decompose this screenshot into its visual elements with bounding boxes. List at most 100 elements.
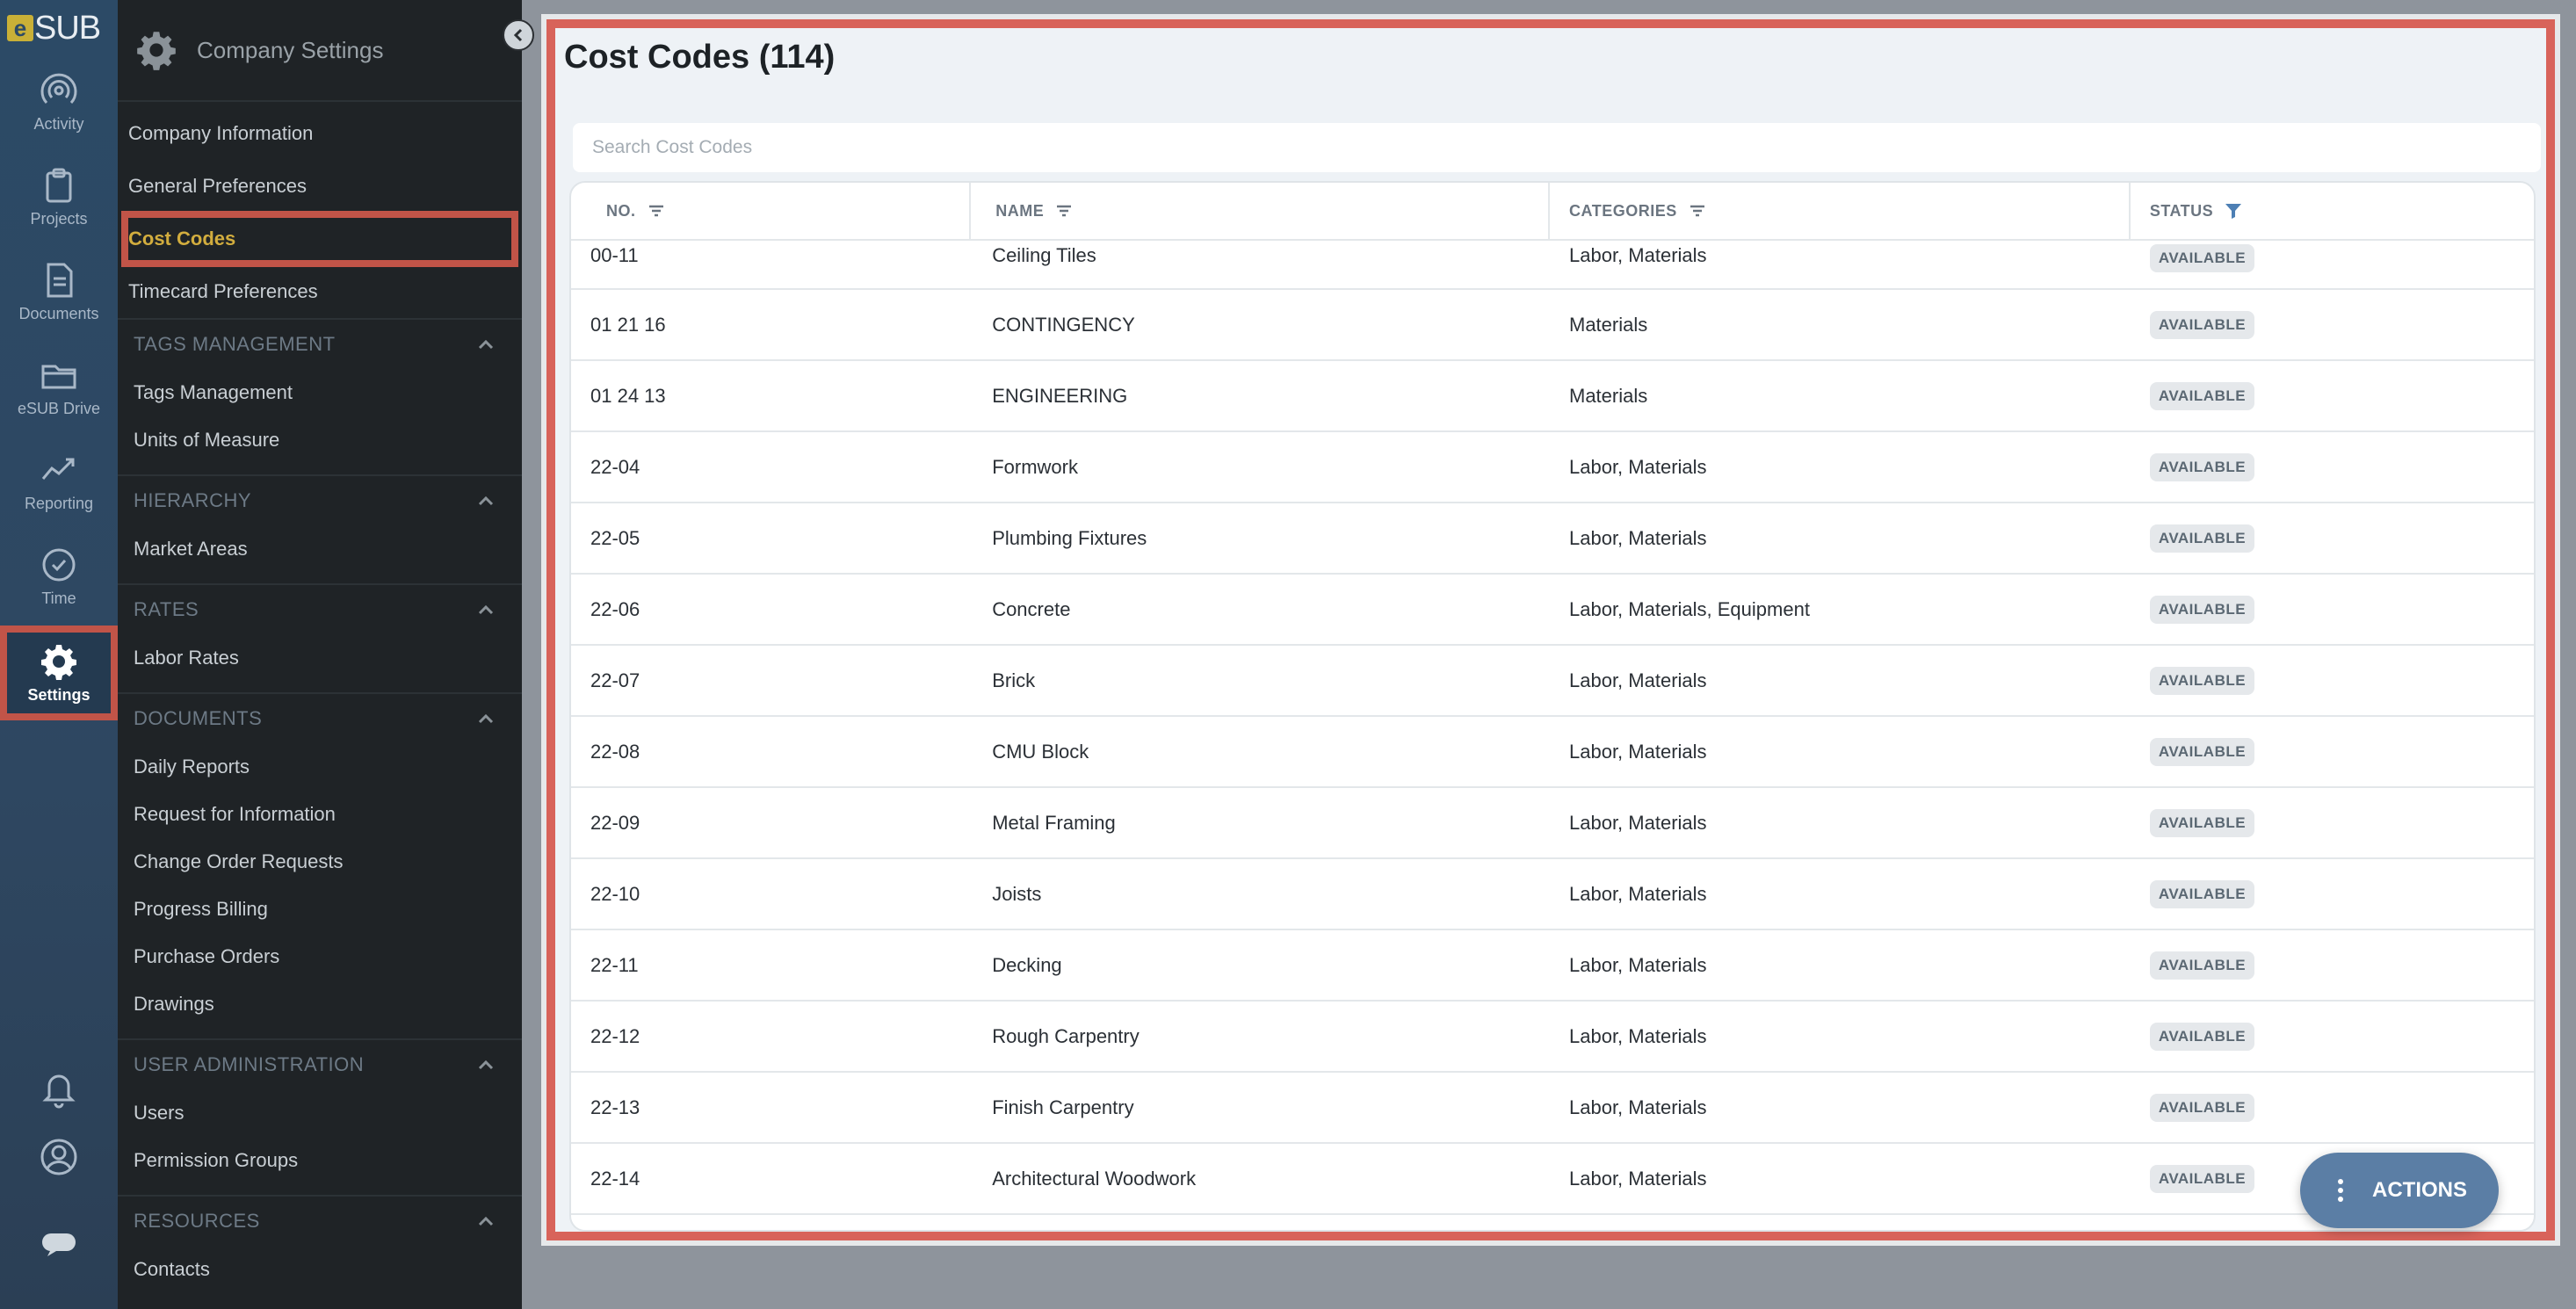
collapse-sidebar-button[interactable] [503,19,534,51]
filter-lines-icon[interactable] [647,201,666,221]
cell-name: Finish Carpentry [992,1096,1134,1118]
table-row[interactable]: 22-12 Rough Carpentry Labor, Materials A… [571,1002,2534,1073]
sidebar-item-permission-groups[interactable]: Permission Groups [118,1137,522,1184]
table-row[interactable]: 22-05 Plumbing Fixtures Labor, Materials… [571,503,2534,575]
rail-item-esub-drive[interactable]: eSUB Drive [0,343,118,430]
sidebar-item-users[interactable]: Users [118,1089,522,1137]
table-row[interactable]: 22-04 Formwork Labor, Materials AVAILABL… [571,432,2534,503]
table-header: NO. NAME CATEGORIES STATUS [571,183,2534,241]
sidebar-item-request-for-information[interactable]: Request for Information [118,791,522,838]
sidebar-item-drawings[interactable]: Drawings [118,980,522,1028]
cell-categories: Labor, Materials, Equipment [1569,597,1810,620]
status-badge: AVAILABLE [2149,951,2255,980]
section-user-administration[interactable]: USER ADMINISTRATION [118,1038,522,1089]
gear-icon [137,32,176,70]
sidebar-item-daily-reports[interactable]: Daily Reports [118,743,522,791]
sidebar-item-contacts[interactable]: Contacts [118,1246,522,1293]
table-row[interactable]: 22-13 Finish Carpentry Labor, Materials … [571,1073,2534,1144]
table-row[interactable]: 22-10 Joists Labor, Materials AVAILABLE [571,859,2534,930]
section-hierarchy[interactable]: HIERARCHY [118,474,522,525]
table-row[interactable]: 00-11 Ceiling Tiles Labor, Materials AVA… [571,241,2534,290]
column-header-categories[interactable]: CATEGORIES [1550,183,2131,239]
table-row[interactable]: 01 21 16 CONTINGENCY Materials AVAILABLE [571,290,2534,361]
cell-no: 22-06 [590,597,640,620]
bell-icon [42,1074,76,1109]
filter-lines-icon[interactable] [1688,201,1707,221]
notifications-button[interactable] [0,1058,118,1119]
section-resources[interactable]: RESOURCES [118,1195,522,1246]
gear-icon [41,644,76,680]
status-badge: AVAILABLE [2149,244,2255,272]
section-rates[interactable]: RATES [118,583,522,634]
cell-status: AVAILABLE [2131,1093,2534,1122]
table-row[interactable]: 22-09 Metal Framing Labor, Materials AVA… [571,788,2534,859]
cell-categories: Labor, Materials [1569,526,1707,549]
cell-name: Formwork [992,455,1078,478]
table-row[interactable]: 01 24 13 ENGINEERING Materials AVAILABLE [571,361,2534,432]
rail-item-activity[interactable]: Activity [0,58,118,146]
rail-item-reporting[interactable]: Reporting [0,438,118,525]
profile-button[interactable] [0,1126,118,1188]
cell-name: Ceiling Tiles [992,244,1096,266]
table-row[interactable]: 22-06 Concrete Labor, Materials, Equipme… [571,575,2534,646]
sidebar-item-tags-management[interactable]: Tags Management [118,369,522,416]
cell-no: 22-10 [590,882,640,905]
status-badge: AVAILABLE [2149,1093,2255,1122]
sidebar-item-timecard-preferences[interactable]: Timecard Preferences [118,265,522,318]
filter-lines-icon[interactable] [1054,201,1074,221]
sidebar-item-purchase-orders[interactable]: Purchase Orders [118,933,522,980]
rail-item-documents[interactable]: Documents [0,248,118,336]
column-header-status[interactable]: STATUS [2131,183,2534,239]
rail-label: Documents [18,304,99,322]
cell-status: AVAILABLE [2131,666,2534,695]
search-input[interactable]: Search Cost Codes [573,123,2541,172]
rail-item-projects[interactable]: Projects [0,153,118,241]
sidebar-item-change-order-requests[interactable]: Change Order Requests [118,838,522,886]
column-label: CATEGORIES [1569,201,1677,220]
settings-sidebar: Company Settings Company Information Gen… [118,0,522,1309]
sidebar-item-progress-billing[interactable]: Progress Billing [118,886,522,933]
sidebar-item-market-areas[interactable]: Market Areas [118,525,522,573]
chat-button[interactable] [0,1214,118,1276]
table-row[interactable]: 22-14 Architectural Woodwork Labor, Mate… [571,1144,2534,1215]
rail-label: Activity [33,114,84,133]
table-row[interactable]: 22-11 Decking Labor, Materials AVAILABLE [571,930,2534,1002]
section-title: USER ADMINISTRATION [134,1053,365,1075]
column-header-name[interactable]: NAME [971,183,1551,239]
activity-icon [40,73,77,104]
rail-item-settings[interactable]: Settings [0,626,118,720]
actions-button[interactable]: ACTIONS [2300,1153,2499,1228]
sidebar-item-company-information[interactable]: Company Information [118,107,522,160]
table-row[interactable]: 22-08 CMU Block Labor, Materials AVAILAB… [571,717,2534,788]
cell-name: Plumbing Fixtures [992,526,1147,549]
cell-status: AVAILABLE [2131,879,2534,908]
rail-item-time[interactable]: Time [0,532,118,620]
section-title: TAGS MANAGEMENT [134,333,336,355]
logo-mark: e [7,15,33,41]
logo-text: SUB [34,9,101,47]
cell-no: 22-11 [590,953,639,976]
status-badge: AVAILABLE [2149,1022,2255,1051]
esub-logo[interactable]: e SUB [7,9,105,47]
column-label: NO. [606,201,636,220]
chat-icon [42,1233,76,1256]
cell-status: AVAILABLE [2131,524,2534,553]
actions-label: ACTIONS [2372,1178,2467,1202]
status-badge: AVAILABLE [2149,666,2255,695]
status-badge: AVAILABLE [2149,595,2255,624]
cell-no: 22-09 [590,811,640,834]
section-documents[interactable]: DOCUMENTS [118,692,522,743]
chevron-up-icon [478,1216,494,1226]
sidebar-item-units-of-measure[interactable]: Units of Measure [118,416,522,464]
cell-categories: Labor, Materials [1569,1024,1707,1047]
sidebar-item-labor-rates[interactable]: Labor Rates [118,634,522,682]
section-tags-management[interactable]: TAGS MANAGEMENT [118,318,522,369]
sidebar-item-cost-codes[interactable]: Cost Codes [121,211,518,267]
table-row[interactable]: 22-07 Brick Labor, Materials AVAILABLE [571,646,2534,717]
column-header-no[interactable]: NO. [571,183,972,239]
sidebar-item-general-preferences[interactable]: General Preferences [118,160,522,213]
cell-name: Brick [992,669,1036,691]
sidebar-title: Company Settings [197,36,384,63]
filter-funnel-icon[interactable] [2224,201,2243,221]
cell-status: AVAILABLE [2131,310,2534,339]
